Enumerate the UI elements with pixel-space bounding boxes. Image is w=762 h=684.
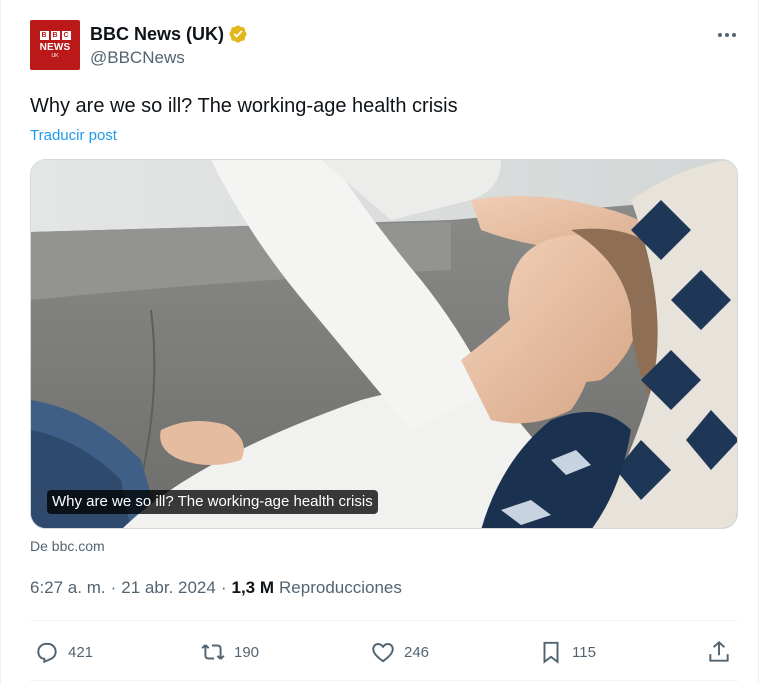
views-count: 1,3 M <box>231 578 275 597</box>
meta-separator: · <box>220 578 227 597</box>
repost-button[interactable]: 190 <box>200 632 259 672</box>
bbc-block-b2: B <box>50 31 60 40</box>
author-names: BBC News (UK) @BBCNews <box>90 23 248 69</box>
repost-count: 190 <box>234 643 260 661</box>
action-bar: 421 190 246 115 <box>30 632 738 672</box>
display-name-row: BBC News (UK) <box>90 23 248 45</box>
avatar-region-text: UK <box>51 53 59 59</box>
bookmark-icon <box>543 641 559 664</box>
heart-icon <box>372 643 394 663</box>
link-source[interactable]: De bbc.com <box>30 538 105 554</box>
tweet-header: B B C NEWS UK BBC News (UK) @BBCNews <box>30 20 738 72</box>
reply-count: 421 <box>68 643 94 661</box>
avatar[interactable]: B B C NEWS UK <box>30 20 80 70</box>
tweet-text: Why are we so ill? The working-age healt… <box>30 95 458 117</box>
handle[interactable]: @BBCNews <box>90 47 248 69</box>
tweet: B B C NEWS UK BBC News (UK) @BBCNews Why… <box>30 20 738 681</box>
timeline-border-right <box>758 0 759 684</box>
like-count: 246 <box>404 643 430 661</box>
meta-separator: · <box>110 578 117 597</box>
divider-top <box>30 620 738 621</box>
bbc-block-b1: B <box>39 31 49 40</box>
tweet-date[interactable]: 21 abr. 2024 <box>121 578 216 598</box>
translate-post-link[interactable]: Traducir post <box>30 127 117 144</box>
article-photo <box>31 160 737 528</box>
avatar-news-text: NEWS <box>39 42 71 53</box>
views-label: Reproducciones <box>279 578 402 597</box>
bookmark-count: 115 <box>572 643 596 661</box>
bookmark-button[interactable]: 115 <box>538 632 596 672</box>
tweet-time[interactable]: 6:27 a. m. <box>30 578 106 598</box>
bbc-block-c: C <box>61 31 71 40</box>
share-button[interactable] <box>706 632 732 672</box>
display-name[interactable]: BBC News (UK) <box>90 23 224 45</box>
bbc-logo-blocks: B B C <box>39 31 71 40</box>
link-card-image[interactable]: Why are we so ill? The working-age healt… <box>30 159 738 529</box>
repost-icon <box>201 644 225 660</box>
media-caption: Why are we so ill? The working-age healt… <box>47 490 378 514</box>
verified-badge-icon[interactable] <box>228 24 248 44</box>
reply-button[interactable]: 421 <box>34 632 93 672</box>
timeline-border-left <box>0 0 1 684</box>
reply-icon <box>37 642 57 664</box>
divider-bottom <box>30 680 738 681</box>
share-icon <box>709 640 729 662</box>
like-button[interactable]: 246 <box>370 632 429 672</box>
more-horizontal-icon[interactable] <box>716 24 738 46</box>
tweet-meta: 6:27 a. m. · 21 abr. 2024 · 1,3 M Reprod… <box>30 578 402 598</box>
